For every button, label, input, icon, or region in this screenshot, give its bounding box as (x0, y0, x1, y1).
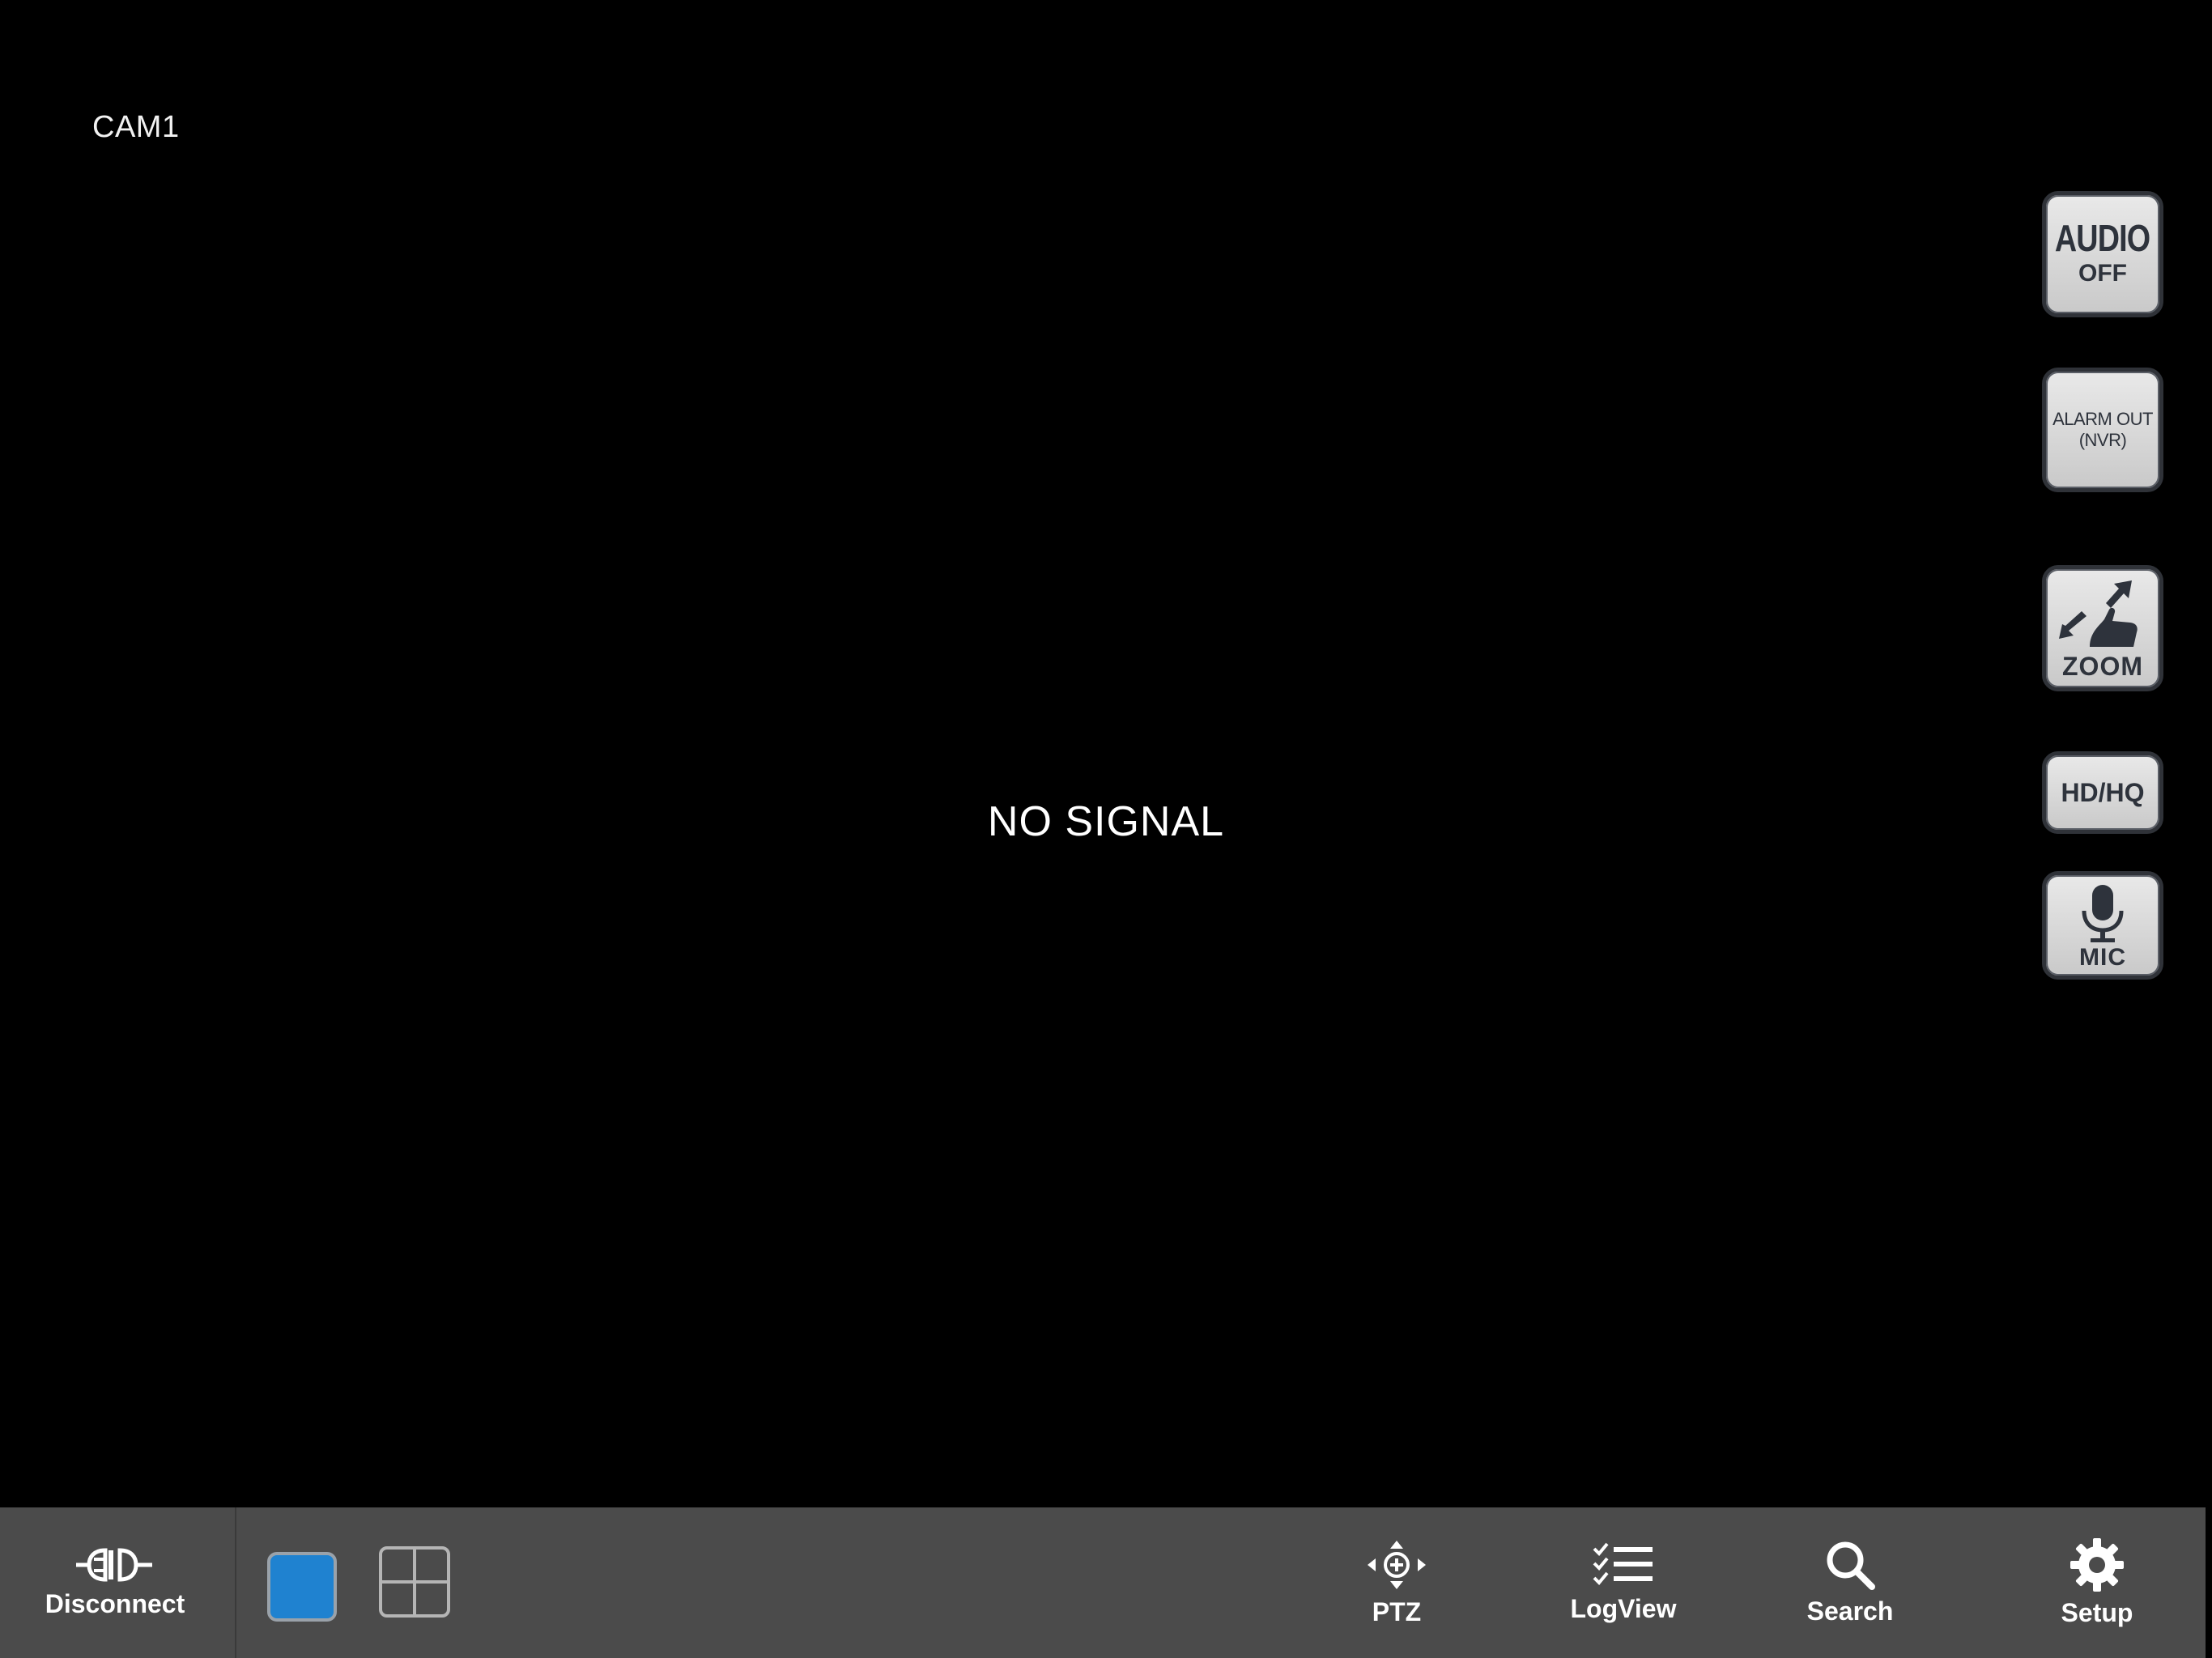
quality-button-label: HD/HQ (2061, 777, 2145, 807)
logview-button[interactable]: LogView (1555, 1507, 1692, 1658)
hd-hq-quality-button[interactable]: HD/HQ (2042, 751, 2163, 834)
checklist-icon (1593, 1542, 1654, 1588)
alarm-button-title: ALARM OUT (2052, 409, 2153, 429)
zoom-gesture-icon (2057, 579, 2148, 652)
alarm-out-button[interactable]: ALARM OUT (NVR) (2042, 368, 2163, 492)
microphone-icon (2074, 883, 2131, 945)
setup-label: Setup (2061, 1598, 2133, 1627)
setup-button[interactable]: Setup (2032, 1507, 2162, 1658)
gear-icon (2070, 1538, 2124, 1592)
mic-button[interactable]: MIC (2042, 871, 2163, 980)
ptz-button[interactable]: PTZ (1336, 1507, 1457, 1658)
layout-quad-view-button[interactable] (379, 1546, 450, 1618)
zoom-button[interactable]: ZOOM (2042, 565, 2163, 691)
plug-icon (73, 1547, 157, 1583)
mic-button-label: MIC (2079, 944, 2126, 971)
ptz-label: PTZ (1372, 1597, 1422, 1626)
layout-single-view-button[interactable] (267, 1552, 337, 1622)
disconnect-button[interactable]: Disconnect (24, 1507, 206, 1658)
camera-label: CAM1 (92, 110, 180, 144)
disconnect-label: Disconnect (45, 1589, 185, 1618)
zoom-button-label: ZOOM (2062, 652, 2143, 681)
search-label: Search (1806, 1596, 1894, 1626)
no-signal-message: NO SIGNAL (987, 798, 1225, 845)
logview-label: LogView (1570, 1594, 1677, 1623)
audio-toggle-button[interactable]: AUDIO OFF (2042, 191, 2163, 317)
search-button[interactable]: Search (1781, 1507, 1919, 1658)
audio-button-title: AUDIO (2055, 217, 2150, 259)
search-icon (1825, 1540, 1875, 1590)
toolbar-divider (235, 1507, 236, 1658)
live-view-screen: CAM1 NO SIGNAL AUDIO OFF ALARM OUT (NVR)… (0, 0, 2212, 1658)
move-arrows-icon (1366, 1539, 1427, 1591)
video-viewport[interactable]: CAM1 NO SIGNAL (0, 0, 2212, 1507)
audio-button-state: OFF (2078, 260, 2127, 287)
alarm-button-subtitle: (NVR) (2078, 430, 2127, 450)
